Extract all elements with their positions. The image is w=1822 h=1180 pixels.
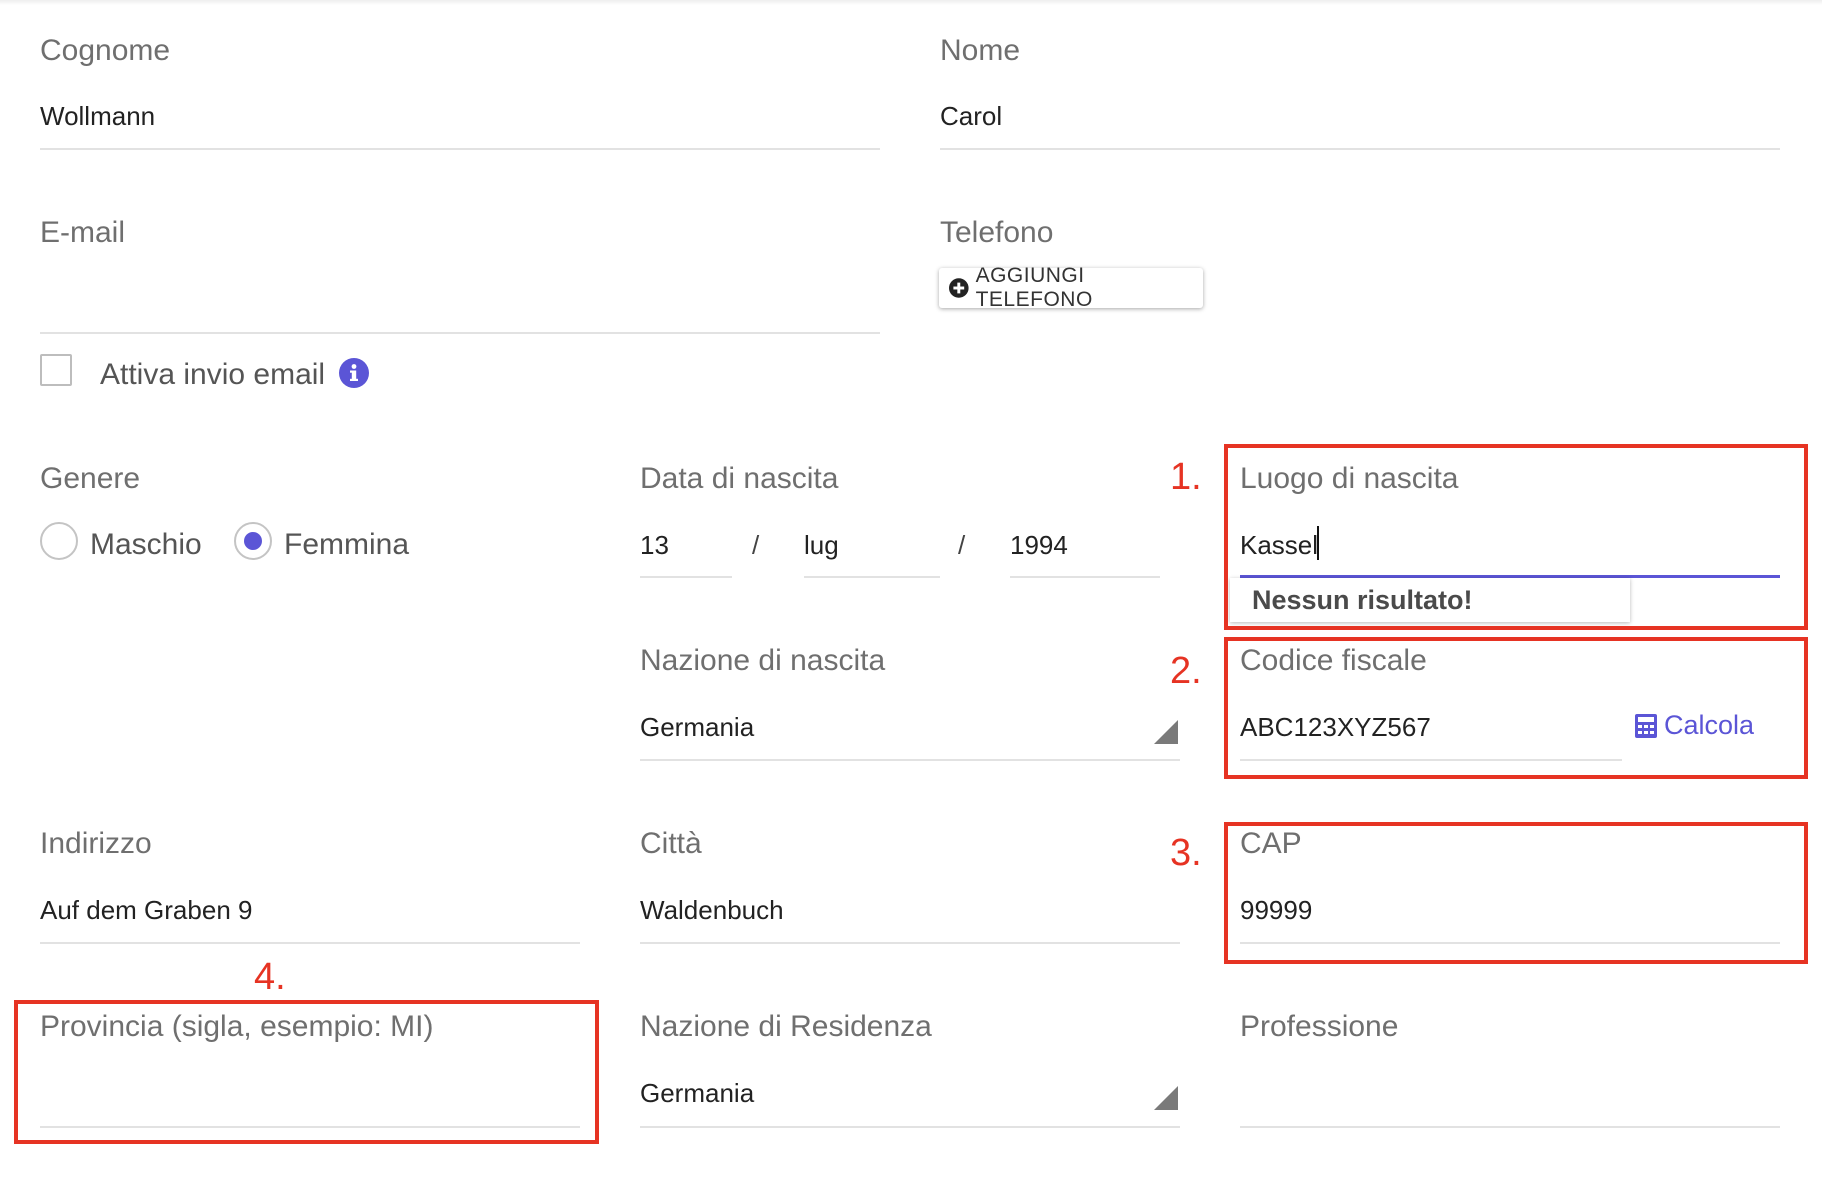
city-underline: [640, 942, 1180, 944]
profession-input[interactable]: [1240, 1080, 1780, 1110]
address-label: Indirizzo: [40, 827, 152, 860]
birth-country-label: Nazione di nascita: [640, 644, 886, 677]
city-label: Città: [640, 827, 702, 860]
annotation-number-1: 1.: [1170, 456, 1202, 498]
city-input[interactable]: Waldenbuch: [640, 897, 784, 923]
name-label: Nome: [940, 34, 1021, 67]
annotation-box-3: [1224, 822, 1808, 964]
residence-country-select[interactable]: Germania: [640, 1080, 754, 1106]
gender-radio-male[interactable]: [40, 522, 78, 560]
date-separator: /: [752, 530, 760, 560]
email-input[interactable]: [40, 286, 880, 316]
gender-option-female-label: Femmina: [284, 528, 410, 561]
birth-year-underline: [1010, 576, 1160, 578]
info-icon[interactable]: [339, 358, 369, 388]
name-input[interactable]: Carol: [940, 103, 1002, 129]
residence-country-label: Nazione di Residenza: [640, 1010, 932, 1043]
surname-underline: [40, 148, 880, 150]
gender-radio-female[interactable]: [234, 522, 272, 560]
annotation-number-3: 3.: [1170, 832, 1202, 874]
date-separator: /: [958, 530, 966, 560]
birth-month-underline: [804, 576, 940, 578]
add-phone-button[interactable]: AGGIUNGI TELEFONO: [939, 264, 1203, 311]
annotation-box-4: [14, 1000, 599, 1144]
birth-day-input[interactable]: 13: [640, 532, 669, 558]
annotation-number-4: 4.: [254, 956, 286, 998]
gender-label: Genere: [40, 462, 141, 495]
email-toggle-checkbox[interactable]: [40, 354, 72, 386]
birth-date-label: Data di nascita: [640, 462, 839, 495]
gender-option-male-label: Maschio: [90, 528, 202, 561]
birth-day-underline: [640, 576, 732, 578]
birth-country-select[interactable]: Germania: [640, 714, 754, 740]
plus-circle-icon: [949, 278, 969, 298]
name-underline: [940, 148, 1780, 150]
email-label: E-mail: [40, 216, 126, 249]
email-toggle-label: Attiva invio email: [100, 358, 326, 391]
residence-country-underline: [640, 1126, 1180, 1128]
select-arrow-icon[interactable]: [1154, 720, 1178, 744]
address-input[interactable]: Auf dem Graben 9: [40, 897, 252, 923]
address-underline: [40, 942, 580, 944]
radio-selected-dot: [244, 532, 262, 550]
top-shadow: [0, 0, 1822, 5]
birth-country-underline: [640, 759, 1180, 761]
email-underline: [40, 332, 880, 334]
add-phone-label: AGGIUNGI TELEFONO: [975, 264, 1093, 311]
surname-input[interactable]: Wollmann: [40, 103, 155, 129]
profession-label: Professione: [1240, 1010, 1399, 1043]
birth-month-input[interactable]: lug: [804, 532, 839, 558]
phone-label: Telefono: [940, 216, 1054, 249]
surname-label: Cognome: [40, 34, 171, 67]
annotation-box-1: [1224, 444, 1808, 630]
annotation-box-2: [1224, 637, 1808, 779]
birth-year-input[interactable]: 1994: [1010, 532, 1068, 558]
select-arrow-icon[interactable]: [1154, 1086, 1178, 1110]
profession-underline: [1240, 1126, 1780, 1128]
annotation-number-2: 2.: [1170, 650, 1202, 692]
